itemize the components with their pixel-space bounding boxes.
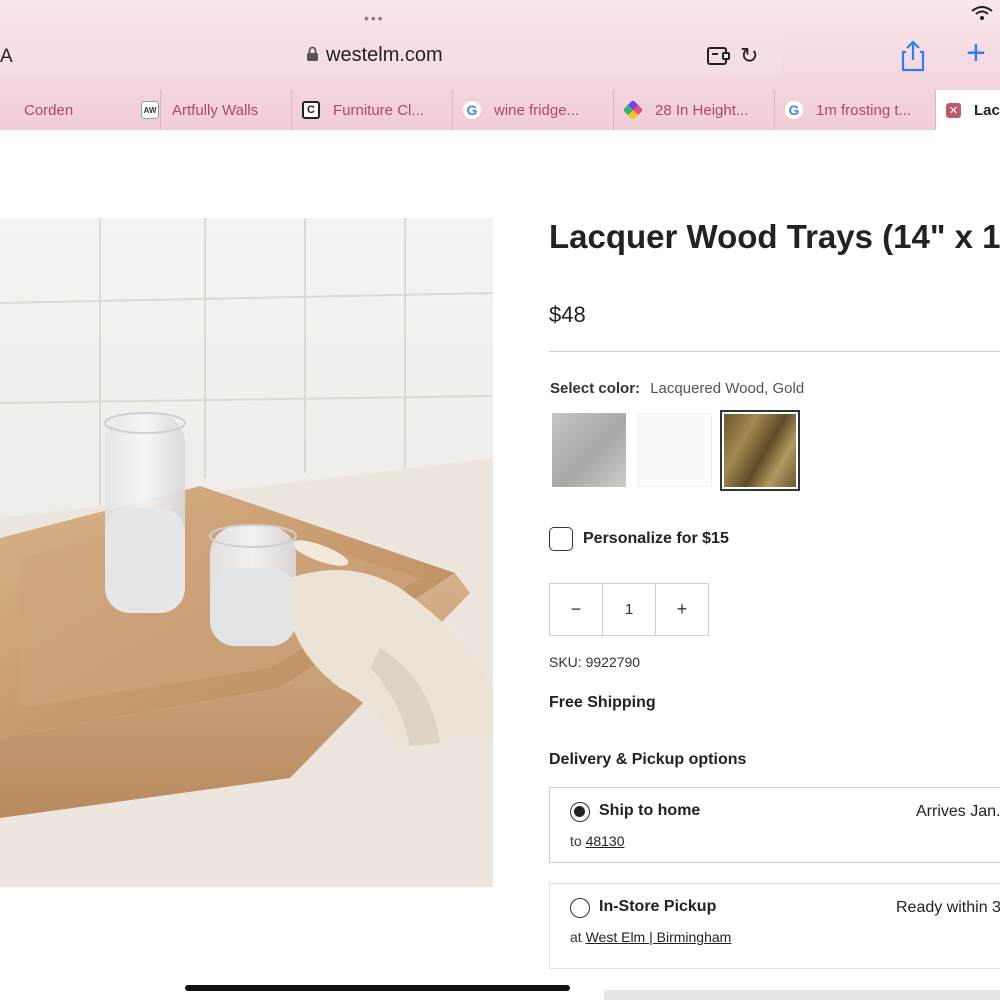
wifi-icon (970, 6, 994, 23)
address-bar[interactable]: A westelm.com ↻ (0, 35, 782, 77)
google-favicon-icon: G (463, 101, 481, 119)
aw-favicon-icon: AW (141, 101, 159, 119)
option-ready: Ready within 3 (896, 899, 1000, 916)
swatch-gold-fill (724, 414, 796, 487)
product-title: Lacquer Wood Trays (14" x 18") (549, 218, 1000, 255)
tab-furniture[interactable]: C Furniture Cl... (292, 90, 453, 130)
product-image[interactable] (0, 218, 493, 887)
share-icon[interactable] (898, 40, 928, 72)
diamond-favicon-icon (622, 99, 644, 121)
tab-label: wine fridge... (494, 101, 580, 119)
option-sub: at West Elm | Birmingham (570, 929, 731, 945)
option-prefix: at (570, 929, 582, 945)
option-sub: to 48130 (570, 833, 625, 849)
option-arrival: Arrives Jan. (916, 803, 1000, 820)
tab-label: Corden (24, 101, 74, 119)
color-selector-label: Select color: Lacquered Wood, Gold (550, 380, 804, 397)
tab-label: 28 In Height... (655, 101, 749, 119)
quantity-decrease-button[interactable]: − (550, 584, 602, 635)
product-price: $48 (549, 302, 586, 327)
swatch-gray[interactable] (552, 413, 626, 487)
multitasking-dots[interactable]: ••• (364, 10, 385, 26)
new-tab-plus-icon[interactable]: + (966, 36, 986, 70)
browser-chrome: ••• A westelm.com ↻ + Corden AW Artfully… (0, 0, 1000, 130)
delivery-option-ship-to-home[interactable]: Ship to home Arrives Jan. to 48130 (549, 787, 1000, 863)
tab-bar: Corden AW Artfully Walls C Furniture Cl.… (0, 90, 1000, 130)
personalize-label[interactable]: Personalize for $15 (583, 530, 729, 548)
tab-artfully-walls[interactable]: AW Artfully Walls (131, 90, 292, 130)
personalize-option[interactable]: Personalize for $15 (549, 527, 729, 551)
option-name: Ship to home (599, 802, 701, 819)
extension-icon[interactable] (706, 45, 732, 67)
ship-to-home-radio[interactable] (570, 802, 590, 822)
tab-label: Artfully Walls (172, 101, 259, 119)
lock-icon (306, 46, 319, 66)
tab-label: Furniture Cl... (333, 101, 424, 119)
personalize-checkbox[interactable] (549, 527, 573, 551)
color-label-key: Select color: (550, 380, 641, 397)
swatch-lacquered-wood-gold-selected[interactable] (720, 410, 800, 491)
divider (549, 351, 1000, 352)
color-label-value: Lacquered Wood, Gold (650, 380, 805, 397)
url-text: westelm.com (326, 44, 443, 66)
quantity-increase-button[interactable]: + (655, 584, 708, 635)
google-favicon-icon: G (785, 101, 803, 119)
quantity-input[interactable]: 1 (602, 584, 655, 635)
quantity-stepper: − 1 + (549, 583, 709, 636)
option-prefix: to (570, 833, 582, 849)
option-name: In-Store Pickup (599, 898, 717, 915)
tab-label: Lac (974, 101, 1000, 119)
reader-mode-button[interactable]: A (0, 46, 13, 68)
swatch-white[interactable] (638, 413, 712, 487)
in-store-pickup-radio[interactable] (570, 898, 590, 918)
store-link[interactable]: West Elm | Birmingham (586, 929, 732, 945)
tab-lacquer-active[interactable]: ✕ Lac (936, 90, 1000, 130)
zip-code-link[interactable]: 48130 (586, 833, 625, 849)
delivery-option-in-store-pickup[interactable]: In-Store Pickup Ready within 3 at West E… (549, 883, 1000, 969)
sku-text: SKU: 9922790 (549, 654, 641, 670)
tab-28-in-height[interactable]: 28 In Height... (614, 90, 775, 130)
c-favicon-icon: C (302, 101, 320, 119)
reload-icon[interactable]: ↻ (740, 43, 758, 69)
tab-label: 1m frosting t... (816, 101, 912, 119)
delivery-heading: Delivery & Pickup options (549, 751, 747, 768)
free-shipping-text: Free Shipping (549, 694, 656, 711)
bottom-strip (604, 990, 1000, 1000)
home-indicator[interactable] (185, 985, 570, 991)
tab-wine-fridge[interactable]: G wine fridge... (453, 90, 614, 130)
close-tab-icon[interactable]: ✕ (946, 102, 961, 118)
tab-frosting[interactable]: G 1m frosting t... (775, 90, 936, 130)
